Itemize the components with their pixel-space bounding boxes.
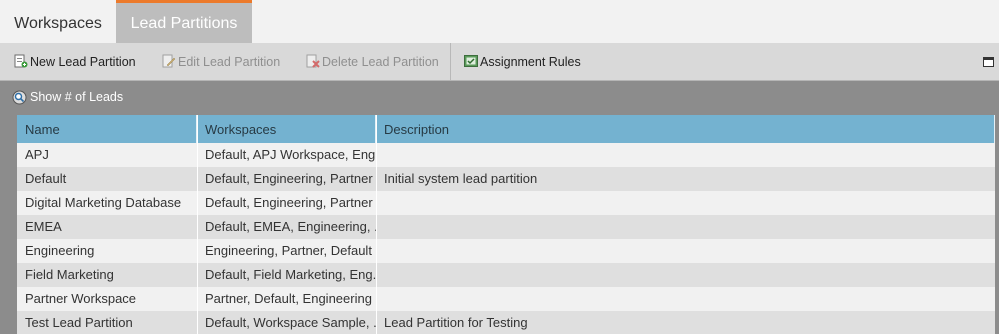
delete-lead-partition-label: Delete Lead Partition — [322, 55, 439, 69]
show-leads-label: Show # of Leads — [30, 90, 124, 104]
delete-icon — [306, 54, 320, 68]
new-document-icon — [14, 54, 28, 68]
column-header-name[interactable]: Name — [17, 115, 197, 143]
table-row[interactable]: APJ Default, APJ Workspace, Engi... — [17, 143, 995, 167]
table-row[interactable]: Test Lead Partition Default, Workspace S… — [17, 311, 995, 334]
cell-workspaces: Default, EMEA, Engineering, ... — [205, 219, 376, 234]
table-row[interactable]: Engineering Engineering, Partner, Defaul… — [17, 239, 995, 263]
table-row[interactable]: Default Default, Engineering, Partner In… — [17, 167, 995, 191]
cell-description — [376, 239, 995, 263]
column-divider — [197, 115, 198, 334]
cell-description — [376, 215, 995, 239]
new-lead-partition-label: New Lead Partition — [30, 55, 136, 69]
cell-workspaces: Engineering, Partner, Default — [205, 243, 372, 258]
table-header: Name Workspaces Description — [17, 115, 995, 143]
cell-workspaces: Default, Field Marketing, Eng... — [205, 267, 376, 282]
column-divider — [376, 115, 377, 334]
cell-name: Engineering — [25, 243, 95, 258]
tab-workspaces[interactable]: Workspaces — [0, 0, 116, 43]
cell-description: Lead Partition for Testing — [384, 315, 528, 330]
cell-name: Partner Workspace — [25, 291, 137, 306]
column-header-description[interactable]: Description — [376, 115, 995, 143]
cell-workspaces: Default, APJ Workspace, Engi... — [205, 147, 376, 162]
table-row[interactable]: Partner Workspace Partner, Default, Engi… — [17, 287, 995, 311]
cell-description: Initial system lead partition — [384, 171, 538, 186]
maximize-icon[interactable] — [983, 57, 994, 67]
cell-description — [376, 263, 995, 287]
cell-name: Field Marketing — [25, 267, 114, 282]
assignment-rules-label: Assignment Rules — [480, 55, 581, 69]
cell-description — [376, 191, 995, 215]
cell-name: Test Lead Partition — [25, 315, 133, 330]
cell-workspaces: Default, Engineering, Partner — [205, 195, 373, 210]
cell-name: Digital Marketing Database — [25, 195, 182, 210]
tab-bar: Workspaces Lead Partitions — [0, 0, 999, 43]
table-row[interactable]: Digital Marketing Database Default, Engi… — [17, 191, 995, 215]
toolbar-divider — [450, 43, 451, 80]
assignment-rules-icon — [464, 55, 478, 67]
cell-workspaces: Partner, Default, Engineering — [205, 291, 372, 306]
cell-workspaces: Default, Workspace Sample, ... — [205, 315, 376, 330]
cell-name: Default — [25, 171, 67, 186]
magnifier-icon — [12, 90, 27, 105]
cell-name: EMEA — [25, 219, 62, 234]
toolbar: New Lead Partition Edit Lead Partition D… — [0, 43, 999, 81]
edit-icon — [162, 54, 176, 68]
cell-description — [376, 143, 995, 167]
edit-lead-partition-label: Edit Lead Partition — [178, 55, 281, 69]
cell-description — [376, 287, 995, 311]
column-header-workspaces[interactable]: Workspaces — [197, 115, 376, 143]
table-row[interactable]: EMEA Default, EMEA, Engineering, ... — [17, 215, 995, 239]
tab-lead-partitions[interactable]: Lead Partitions — [116, 0, 252, 43]
table-row[interactable]: Field Marketing Default, Field Marketing… — [17, 263, 995, 287]
cell-workspaces: Default, Engineering, Partner — [205, 171, 373, 186]
cell-name: APJ — [25, 147, 49, 162]
lead-partitions-table: Name Workspaces Description APJ Default,… — [17, 115, 995, 334]
